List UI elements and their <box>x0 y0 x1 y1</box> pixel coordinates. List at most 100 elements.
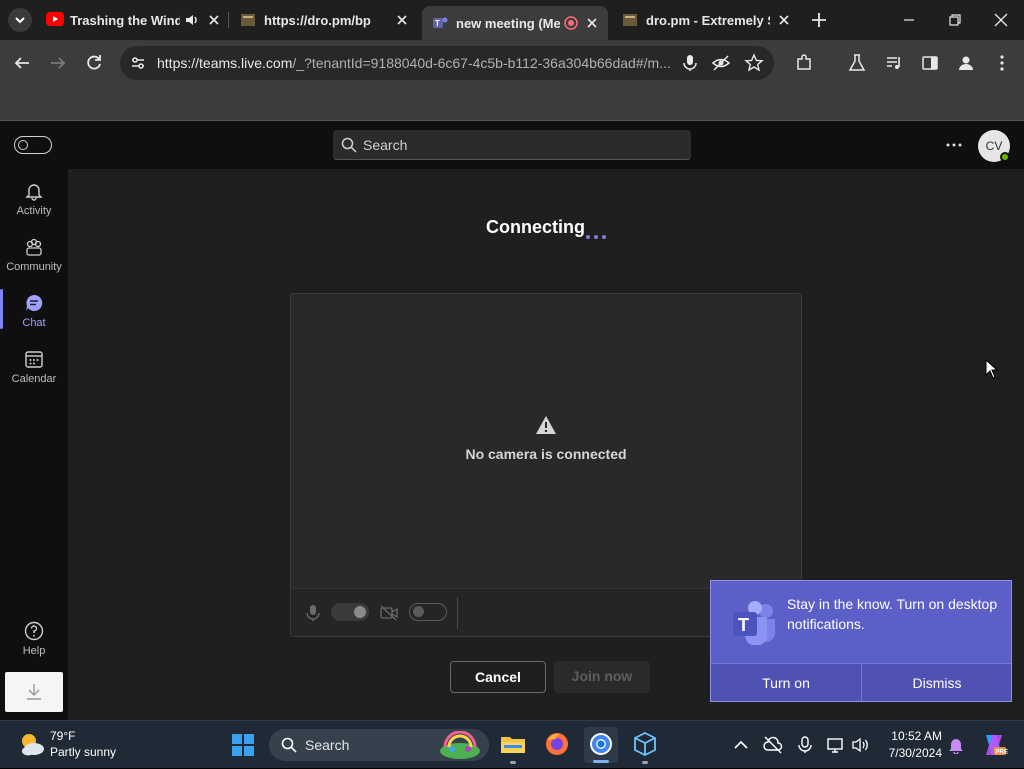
tab-youtube[interactable]: Trashing the Windo <box>46 6 222 34</box>
warning-icon <box>536 416 556 434</box>
microphone-in-use-icon[interactable] <box>680 53 700 73</box>
search-icon <box>341 137 357 153</box>
chrome-icon[interactable] <box>584 727 618 763</box>
tracking-blocked-icon[interactable] <box>711 53 731 73</box>
partly-sunny-icon <box>22 734 44 756</box>
notification-bell-icon[interactable] <box>947 736 965 754</box>
youtube-icon <box>46 12 64 28</box>
show-hidden-icons-icon[interactable] <box>732 736 750 754</box>
theme-toggle[interactable] <box>14 136 52 154</box>
new-tab-icon[interactable] <box>809 10 829 30</box>
help-icon <box>24 621 44 641</box>
tab-search-dropdown-icon[interactable] <box>8 8 32 32</box>
camera-toggle-knob <box>413 606 424 617</box>
taskbar-search-label: Search <box>305 737 350 753</box>
microphone-tray-icon[interactable] <box>796 735 814 755</box>
url-text: https://teams.live.com/_?tenantId=918804… <box>157 55 677 71</box>
toast-actions: Turn on Dismiss <box>711 663 1012 702</box>
page-icon <box>622 12 638 28</box>
dismiss-button[interactable]: Dismiss <box>862 664 1012 702</box>
forward-icon <box>48 53 68 73</box>
close-tab-icon[interactable] <box>584 15 600 31</box>
url-host: https://teams.live.com <box>157 55 293 71</box>
windows-start-icon[interactable] <box>232 734 254 756</box>
extensions-icon[interactable] <box>794 53 814 73</box>
cloud-offline-icon[interactable] <box>763 735 783 755</box>
cancel-button[interactable]: Cancel <box>450 661 546 693</box>
address-bar[interactable]: https://teams.live.com/_?tenantId=918804… <box>120 46 774 80</box>
weather-temperature: 79°F <box>50 729 76 743</box>
clock-date[interactable]: 7/30/2024 <box>880 746 942 760</box>
join-now-button: Join now <box>554 661 650 693</box>
no-camera-message: No camera is connected <box>465 446 627 462</box>
rail-item-calendar[interactable]: Calendar <box>0 345 68 397</box>
camera-toggle[interactable] <box>409 603 447 621</box>
teams-search-input[interactable]: Search <box>333 130 691 160</box>
svg-text:T: T <box>435 19 440 28</box>
calendar-icon <box>25 351 43 368</box>
tab-dro-home[interactable]: dro.pm - Extremely Sh <box>622 6 792 34</box>
chat-icon <box>26 294 43 311</box>
camera-off-icon <box>380 605 398 621</box>
minimize-icon[interactable] <box>899 10 919 30</box>
restore-icon[interactable] <box>945 10 965 30</box>
more-options-icon[interactable] <box>944 135 964 155</box>
reload-icon[interactable] <box>84 53 104 73</box>
profile-icon[interactable] <box>956 53 976 73</box>
search-highlight-icon <box>440 731 480 759</box>
svg-text:PRE: PRE <box>996 750 1008 756</box>
close-window-icon[interactable] <box>991 10 1011 30</box>
avatar-initials: CV <box>985 139 1003 153</box>
url-path: /_?tenantId=9188040d-6c67-4c5b-b112-36a3… <box>292 55 671 71</box>
browser-tab-strip: Trashing the Windo https://dro.pm/bp T n… <box>0 0 1024 40</box>
browser-toolbar: https://teams.live.com/_?tenantId=918804… <box>0 40 1024 112</box>
close-tab-icon[interactable] <box>206 12 222 28</box>
microphone-toggle[interactable] <box>331 603 369 621</box>
taskbar-search[interactable]: Search <box>269 729 489 761</box>
tab-dro-bp[interactable]: https://dro.pm/bp <box>240 6 410 34</box>
rail-item-label: Help <box>22 645 46 657</box>
windows-taskbar: 79°F Partly sunny Search 10:52 AM 7/30/2… <box>0 720 1024 768</box>
copilot-icon[interactable]: PRE <box>980 731 1008 759</box>
bookmark-bar <box>0 86 1024 121</box>
app-rail: Activity Community Chat Calendar Help <box>0 169 68 720</box>
speaker-icon[interactable] <box>184 12 200 28</box>
microphone-icon <box>306 605 320 621</box>
download-icon <box>27 684 41 700</box>
tab-teams-meeting[interactable]: T new meeting (Mee <box>422 6 608 40</box>
bookmark-star-icon[interactable] <box>744 53 764 73</box>
tab-separator <box>228 12 229 28</box>
close-tab-icon[interactable] <box>776 12 792 28</box>
bell-icon <box>25 184 43 201</box>
rail-item-chat[interactable]: Chat <box>0 289 68 341</box>
weather-condition: Partly sunny <box>50 745 117 759</box>
network-icon[interactable] <box>826 735 846 755</box>
side-panel-icon[interactable] <box>920 53 940 73</box>
rail-item-community[interactable]: Community <box>0 233 68 285</box>
rail-item-label: Calendar <box>11 373 57 385</box>
rail-item-activity[interactable]: Activity <box>0 177 68 229</box>
site-info-icon[interactable] <box>128 53 148 73</box>
tab-title: dro.pm - Extremely Sh <box>646 12 770 28</box>
close-tab-icon[interactable] <box>394 12 410 28</box>
turn-on-button[interactable]: Turn on <box>711 664 861 702</box>
connecting-status: Connecting <box>486 217 585 237</box>
firefox-icon[interactable] <box>544 731 570 757</box>
avatar[interactable]: CV <box>978 130 1010 162</box>
file-explorer-icon[interactable] <box>500 731 526 764</box>
labs-flask-icon[interactable] <box>847 53 867 73</box>
weather-widget[interactable]: 79°F Partly sunny <box>10 721 120 769</box>
community-icon <box>26 238 42 256</box>
download-app-button[interactable] <box>5 672 63 712</box>
back-icon[interactable] <box>12 53 32 73</box>
rail-item-label: Chat <box>22 317 46 329</box>
volume-icon[interactable] <box>851 735 871 755</box>
rail-item-help[interactable]: Help <box>0 617 68 669</box>
app-cube-icon[interactable] <box>632 731 658 764</box>
svg-text:T: T <box>738 615 749 635</box>
clock-time[interactable]: 10:52 AM <box>880 729 942 743</box>
browser-menu-icon[interactable] <box>992 53 1012 73</box>
media-control-icon[interactable] <box>884 53 904 73</box>
tab-title: new meeting (Mee <box>456 15 560 31</box>
toast-message: Stay in the know. Turn on desktop notifi… <box>787 596 998 632</box>
